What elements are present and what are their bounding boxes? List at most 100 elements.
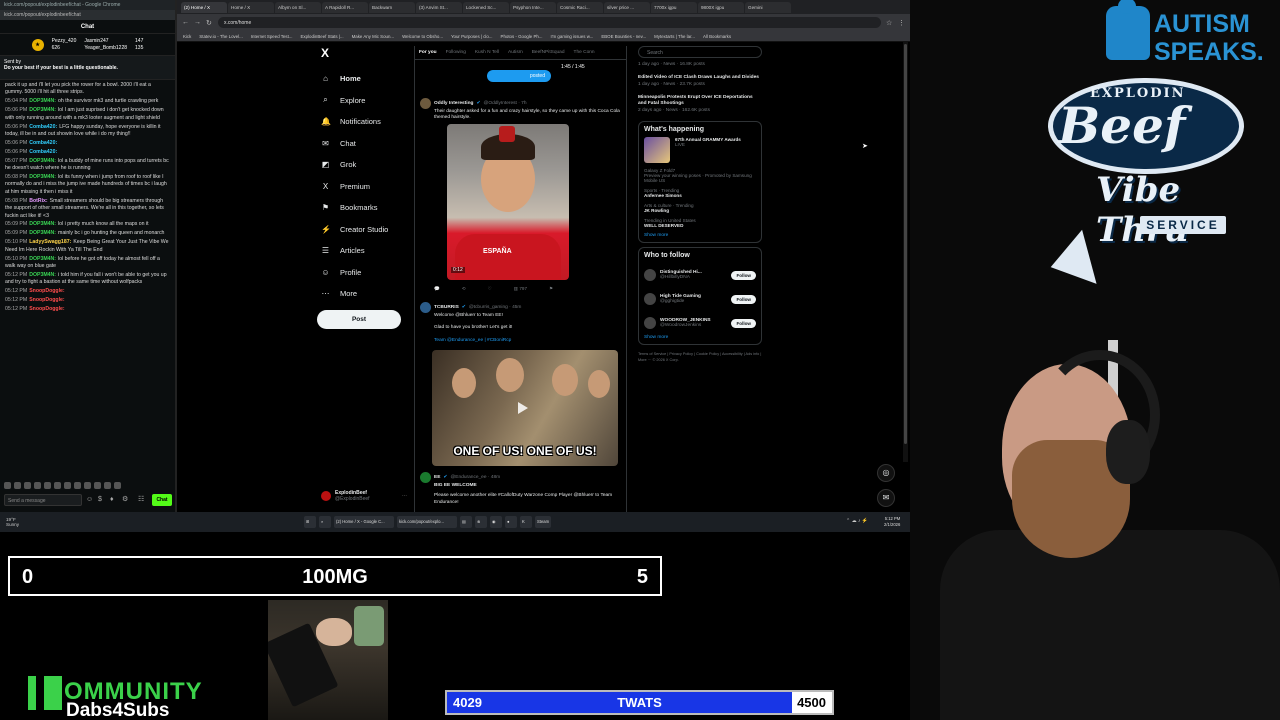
browser-tab[interactable]: Lockened Sc... — [463, 1, 509, 13]
emoji-icon[interactable]: ☺ — [86, 496, 94, 504]
bookmark-item[interactable]: Internet Speed Test... — [251, 34, 293, 39]
search-input[interactable]: Search — [638, 46, 762, 58]
avatar[interactable] — [420, 98, 431, 109]
tweet-video[interactable]: ESPAÑA 0:12 — [447, 124, 569, 280]
messages-icon[interactable]: ✉ — [877, 489, 895, 507]
kick-icon[interactable]: K — [520, 516, 532, 528]
nav-item-notifications[interactable]: 🔔 Notifications — [315, 111, 415, 133]
chat-username[interactable]: DOP3M4N: — [29, 256, 56, 262]
tweet-video[interactable]: ONE OF US! ONE OF US! — [432, 350, 618, 466]
browser-tab[interactable]: 7700x igpu — [651, 1, 697, 13]
tweet[interactable]: TCBURRIS ✔ @tcburris_gaming · 45m Welcom… — [415, 300, 626, 346]
clock[interactable]: 5:12 PM 2/1/2026 — [884, 516, 900, 528]
chat-message[interactable]: 05:09 PM DOP3M4N: mainly bc i go hunting t… — [5, 230, 170, 237]
chat-message[interactable]: 05:12 PM SnoopDoggle: — [5, 297, 170, 304]
avatar[interactable] — [644, 317, 656, 329]
chat-message[interactable]: 05:06 PM Comba420: LFG happy sunday, hope … — [5, 124, 170, 139]
tweet-text[interactable]: Team @Endurance_ee | #CBoniRcp — [434, 338, 623, 344]
weather-widget[interactable]: 19°F Sunny — [6, 517, 19, 527]
chat-message[interactable]: 05:12 PM DOP3M4N: i told him if you fall i… — [5, 272, 170, 287]
avatar[interactable] — [420, 472, 431, 483]
chat-username[interactable]: Comba420: — [29, 149, 57, 155]
back-icon[interactable]: ← — [182, 19, 189, 26]
trend-item[interactable]: Sports · Trending Anfernee Simons — [644, 188, 756, 198]
emote-icon[interactable] — [64, 482, 71, 489]
chat-username[interactable]: DOP3M4N: — [29, 221, 56, 227]
account-switcher[interactable]: ExplodinBeef @ExplodinBeef ⋯ — [321, 487, 407, 505]
extensions-icon[interactable]: ⋮ — [898, 19, 905, 27]
avatar[interactable] — [644, 269, 656, 281]
browser-tab[interactable]: Backwarn — [369, 1, 415, 13]
show-more-link[interactable]: Show more — [644, 233, 756, 238]
chat-message[interactable]: 05:08 PM DOP3M4N: lol its funny when i jum… — [5, 174, 170, 196]
grok-icon[interactable]: ◎ — [877, 464, 895, 482]
browser-tab[interactable]: Cosmic Raci... — [557, 1, 603, 13]
follow-button[interactable]: Follow — [731, 294, 756, 304]
timeline-tab[interactable]: Autism — [508, 50, 523, 55]
reload-icon[interactable]: ↻ — [206, 19, 213, 27]
browser-tab[interactable]: (3) Anvim St... — [416, 1, 462, 13]
nav-item-articles[interactable]: ☰ Articles — [315, 240, 415, 262]
tweet-author[interactable]: EE — [434, 475, 440, 480]
browser-tab[interactable]: silver price ... — [604, 1, 650, 13]
chat-message[interactable]: 05:12 PM SnoopDoggle: — [5, 306, 170, 313]
taskbar-app[interactable]: kick.com/popout/explo... — [397, 516, 457, 528]
timeline-tab[interactable]: The Conn — [574, 50, 595, 55]
emote-icon[interactable] — [34, 482, 41, 489]
tweet[interactable]: EE ✔ @Endurance_ee · 48m BIG EE WELCOME … — [415, 470, 626, 508]
bookmark-item[interactable]: Kick — [183, 34, 191, 39]
views-icon[interactable]: ▥ 797 — [514, 286, 527, 292]
tweet-handle[interactable]: @OddlyInterest · 7h — [483, 101, 526, 106]
footer-links[interactable]: Terms of Service | Privacy Policy | Cook… — [638, 351, 762, 363]
emote-icon[interactable] — [84, 482, 91, 489]
tweet-handle[interactable]: @tcburris_gaming · 45m — [469, 305, 522, 310]
bookmark-item[interactable]: Photos - Google Ph... — [501, 34, 543, 39]
nav-item-bookmarks[interactable]: ⚑ Bookmarks — [315, 197, 415, 219]
chat-message[interactable]: 05:10 PM DOP3M4N: lol before he got off to… — [5, 256, 170, 271]
news-item[interactable]: Edited Video of ICE Clash Draws Laughs a… — [638, 75, 762, 87]
chat-username[interactable]: DOP3M4N: — [29, 107, 56, 113]
browser-tab[interactable]: A Rapidoll R... — [322, 1, 368, 13]
start-icon[interactable]: ⊞ — [304, 516, 316, 528]
more-dots-icon[interactable]: ⋯ — [402, 493, 407, 499]
emote-icon[interactable] — [4, 482, 11, 489]
like-icon[interactable]: ♡ — [488, 286, 492, 292]
nav-item-more[interactable]: ⋯ More — [315, 283, 415, 305]
x-logo[interactable]: X — [321, 46, 415, 60]
chat-username[interactable]: LadyySwagg187: — [29, 239, 71, 245]
emote-icon[interactable] — [14, 482, 21, 489]
emote-icon[interactable] — [104, 482, 111, 489]
follow-suggestion[interactable]: High Tide Gaming @gghigtide Follow — [644, 287, 756, 311]
bookmark-item[interactable]: Mytextarts | The lar... — [654, 34, 695, 39]
bookmark-item[interactable]: Welcome to Obsho... — [402, 34, 443, 39]
chat-username[interactable]: BotRix: — [29, 198, 47, 204]
nav-item-premium[interactable]: X Premium — [315, 176, 415, 198]
emote-icon[interactable] — [54, 482, 61, 489]
emote-icon[interactable] — [24, 482, 31, 489]
tweet-author[interactable]: Oddly Interesting — [434, 101, 473, 106]
bookmark-item[interactable]: I'm gaming issues w... — [551, 34, 594, 39]
reply-icon[interactable]: 💬 — [434, 286, 440, 292]
folder-icon[interactable]: ▤ — [460, 516, 472, 528]
chat-username[interactable]: Comba420: — [29, 124, 57, 130]
nav-item-home[interactable]: ⌂ Home — [315, 68, 415, 90]
chat-username[interactable]: DOP3M4N: — [29, 158, 56, 164]
chat-username[interactable]: SnoopDoggle: — [29, 306, 64, 312]
bookmark-item[interactable]: Your Purposes | clo... — [451, 34, 493, 39]
gift-icon[interactable]: ♦ — [110, 496, 118, 504]
chat-message[interactable]: 05:08 PM BotRix: Small streamers should be… — [5, 198, 170, 220]
spotify-icon[interactable]: ● — [505, 516, 517, 528]
forward-icon[interactable]: → — [194, 19, 201, 26]
tweet[interactable]: Oddly Interesting ✔ @OddlyInterest · 7h … — [415, 96, 626, 124]
repost-icon[interactable]: ⟲ — [462, 286, 466, 292]
post-button[interactable]: Post — [317, 310, 401, 329]
browser-tab[interactable]: (2) Home / X — [181, 1, 227, 13]
tweet-author[interactable]: TCBURRIS — [434, 305, 459, 310]
settings-icon[interactable]: ⚙ — [122, 496, 130, 504]
timeline-tab[interactable]: For you — [419, 50, 437, 55]
emote-icon[interactable] — [94, 482, 101, 489]
chat-message[interactable]: 05:04 PM DOP3M4N: oh the survivor mk3 and … — [5, 98, 170, 105]
emote-icon[interactable] — [44, 482, 51, 489]
nav-item-explore[interactable]: ⌕ Explore — [315, 90, 415, 112]
chat-username[interactable]: DOP3M4N: — [29, 98, 56, 104]
